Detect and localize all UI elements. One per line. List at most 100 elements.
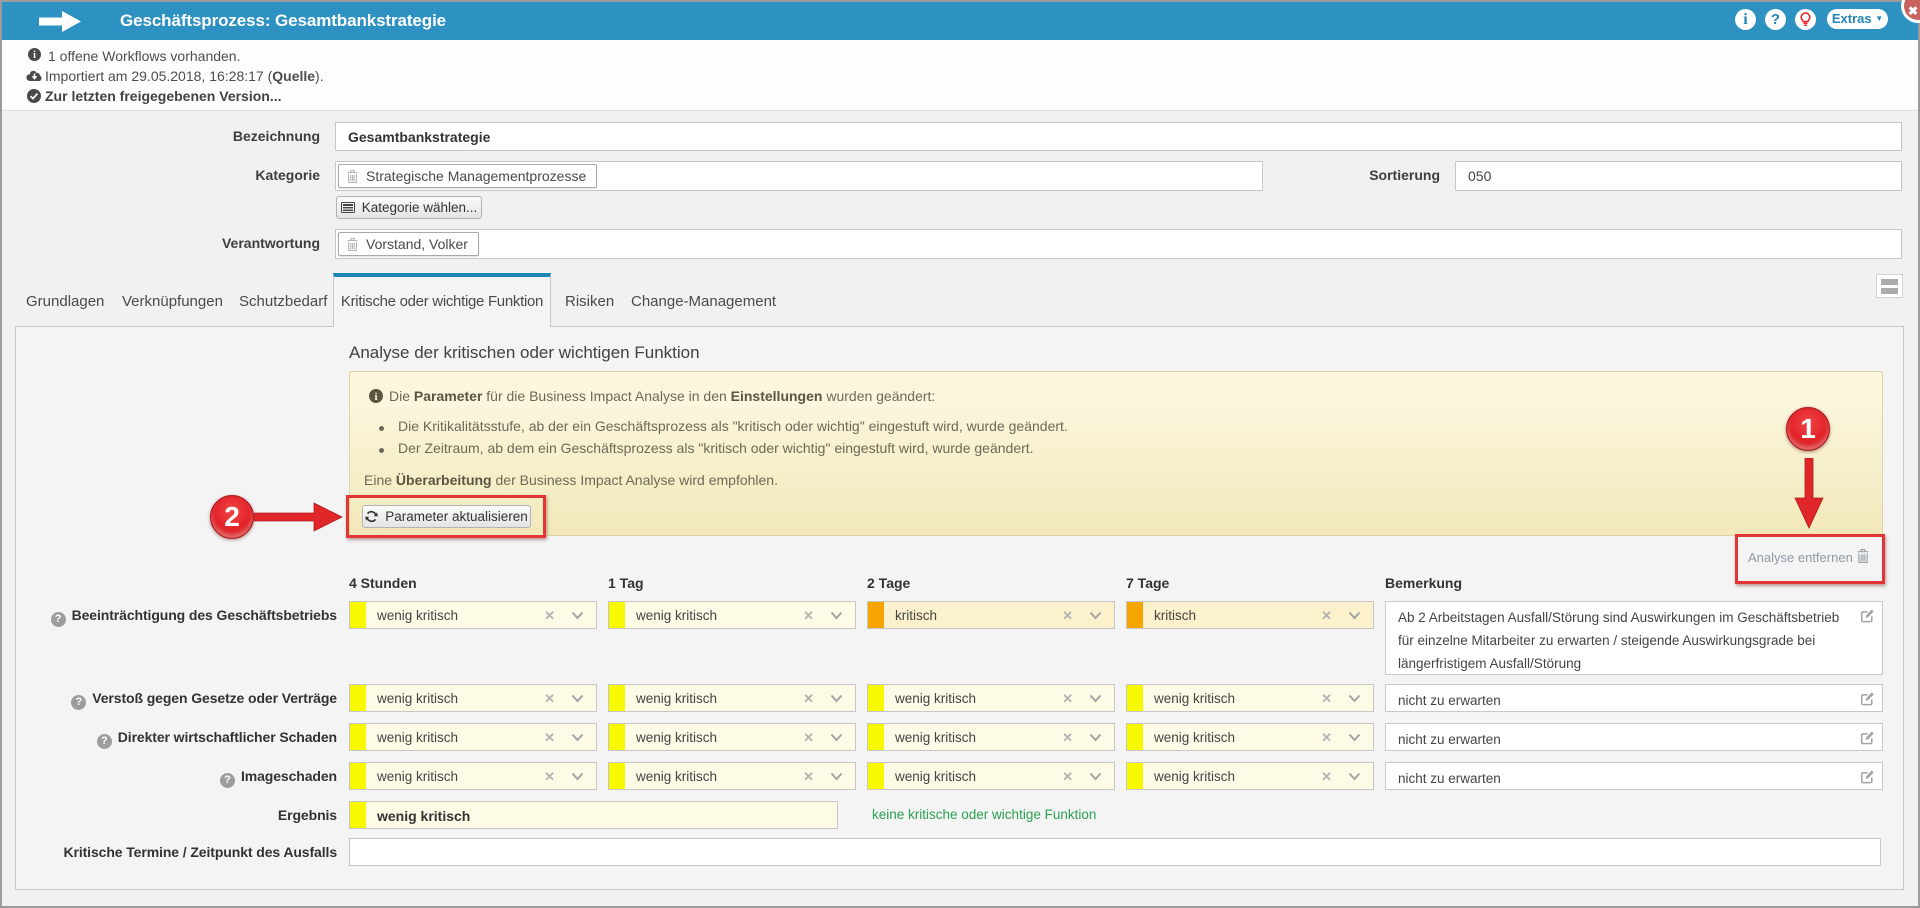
kritikalitaet-select[interactable]: wenig kritisch✕ <box>867 723 1115 751</box>
workflow-status-text[interactable]: 1 offene Workflows vorhanden. <box>48 48 241 68</box>
last-version-link[interactable]: Zur letzten freigegebenen Version... <box>45 88 282 108</box>
kritikalitaet-select[interactable]: kritisch✕ <box>1126 601 1374 629</box>
chevron-down-icon[interactable] <box>571 733 584 742</box>
edit-icon[interactable] <box>1860 769 1875 784</box>
clear-icon[interactable]: ✕ <box>803 769 814 785</box>
extras-dropdown[interactable]: Extras ▼ <box>1827 9 1888 29</box>
tab-schutzbedarf[interactable]: Schutzbedarf <box>239 293 327 315</box>
tab-grundlagen[interactable]: Grundlagen <box>26 293 104 315</box>
clear-icon[interactable]: ✕ <box>1321 769 1332 785</box>
kategorie-chip[interactable]: Strategische Managementprozesse <box>338 164 597 188</box>
kritische-termine-input[interactable] <box>349 838 1881 866</box>
edit-icon[interactable] <box>1860 730 1875 745</box>
bemerkung-field[interactable]: Ab 2 Arbeitstagen Ausfall/Störung sind A… <box>1385 601 1883 675</box>
info-button[interactable]: i <box>1735 9 1756 30</box>
verantwortung-field[interactable] <box>335 229 1902 259</box>
kritikalitaet-select[interactable]: wenig kritisch✕ <box>1126 684 1374 712</box>
verantwortung-chip-label: Vorstand, Volker <box>366 236 468 252</box>
chevron-down-icon[interactable] <box>830 772 843 781</box>
kritikalitaet-select[interactable]: wenig kritisch✕ <box>867 762 1115 790</box>
clear-icon[interactable]: ✕ <box>1062 769 1073 785</box>
hint-bulb-button[interactable] <box>1795 9 1816 30</box>
kritikalitaet-select[interactable]: wenig kritisch✕ <box>349 601 597 629</box>
clear-icon[interactable]: ✕ <box>803 691 814 707</box>
chevron-down-icon[interactable] <box>1348 611 1361 620</box>
verantwortung-label: Verantwortung <box>137 235 320 251</box>
process-arrow-icon <box>39 11 81 37</box>
bemerkung-field[interactable]: nicht zu erwarten <box>1385 723 1883 751</box>
verantwortung-chip[interactable]: Vorstand, Volker <box>338 232 479 256</box>
layout-toggle-button[interactable] <box>1876 274 1903 298</box>
tab-verknuepfungen[interactable]: Verknüpfungen <box>122 293 223 315</box>
chevron-down-icon[interactable] <box>1348 694 1361 703</box>
clear-icon[interactable]: ✕ <box>544 769 555 785</box>
alert-bullet-1: Die Kritikalitätsstufe, ab der ein Gesch… <box>398 418 1068 434</box>
bemerkung-field[interactable]: nicht zu erwarten <box>1385 684 1883 712</box>
kritikalitaet-select[interactable]: wenig kritisch✕ <box>349 762 597 790</box>
kritikalitaet-select[interactable]: wenig kritisch✕ <box>608 684 856 712</box>
kritikalitaet-select[interactable]: wenig kritisch✕ <box>608 601 856 629</box>
kategorie-waehlen-button[interactable]: Kategorie wählen... <box>336 196 482 219</box>
svg-text:i: i <box>33 50 36 61</box>
chevron-down-icon[interactable] <box>1089 694 1102 703</box>
level-color-swatch <box>868 602 884 628</box>
clear-icon[interactable]: ✕ <box>1321 691 1332 707</box>
kritikalitaet-select[interactable]: wenig kritisch✕ <box>349 684 597 712</box>
clear-icon[interactable]: ✕ <box>544 691 555 707</box>
kritikalitaet-select[interactable]: wenig kritisch✕ <box>608 723 856 751</box>
chevron-down-icon[interactable] <box>571 772 584 781</box>
chevron-down-icon[interactable] <box>830 733 843 742</box>
trash-icon[interactable] <box>347 170 358 183</box>
chevron-down-icon[interactable] <box>1089 733 1102 742</box>
alert-text-bold: Überarbeitung <box>396 472 492 488</box>
close-button[interactable]: ✖ <box>1904 0 1920 20</box>
trash-icon[interactable] <box>1857 549 1869 563</box>
help-button[interactable]: ? <box>1765 9 1786 30</box>
help-circle-icon[interactable]: ? <box>97 734 112 749</box>
kritikalitaet-select[interactable]: kritisch✕ <box>867 601 1115 629</box>
kritikalitaet-select[interactable]: wenig kritisch✕ <box>1126 762 1374 790</box>
chevron-down-icon[interactable] <box>1348 772 1361 781</box>
chevron-down-icon[interactable] <box>571 694 584 703</box>
kritikalitaet-select[interactable]: wenig kritisch✕ <box>867 684 1115 712</box>
edit-icon[interactable] <box>1860 608 1875 623</box>
chevron-down-icon[interactable] <box>571 611 584 620</box>
clear-icon[interactable]: ✕ <box>1062 608 1073 624</box>
tab-risiken[interactable]: Risiken <box>565 293 614 315</box>
tab-change-management[interactable]: Change-Management <box>631 293 776 315</box>
chevron-down-icon[interactable] <box>830 611 843 620</box>
chevron-down-icon[interactable] <box>1089 611 1102 620</box>
clear-icon[interactable]: ✕ <box>1062 691 1073 707</box>
bemerkung-field[interactable]: nicht zu erwarten <box>1385 762 1883 790</box>
import-source-link[interactable]: Quelle <box>272 68 315 84</box>
clear-icon[interactable]: ✕ <box>803 608 814 624</box>
annotation-box-step2 <box>346 495 546 538</box>
kritikalitaet-select[interactable]: wenig kritisch✕ <box>608 762 856 790</box>
import-status-text[interactable]: Importiert am 29.05.2018, 16:28:17 (Quel… <box>45 68 324 88</box>
row-label-text: Direkter wirtschaftlicher Schaden <box>118 729 337 745</box>
help-circle-icon[interactable]: ? <box>71 695 86 710</box>
sortierung-label: Sortierung <box>1257 167 1440 183</box>
clear-icon[interactable]: ✕ <box>803 730 814 746</box>
clear-icon[interactable]: ✕ <box>1321 608 1332 624</box>
chevron-down-icon[interactable] <box>830 694 843 703</box>
check-circle-icon <box>27 89 41 108</box>
help-circle-icon[interactable]: ? <box>51 612 66 627</box>
tab-kritische-funktion[interactable]: Kritische oder wichtige Funktion <box>333 273 551 327</box>
row-label: ?Verstoß gegen Gesetze oder Verträge <box>0 690 337 710</box>
clear-icon[interactable]: ✕ <box>1321 730 1332 746</box>
trash-icon[interactable] <box>347 238 358 251</box>
help-circle-icon[interactable]: ? <box>220 773 235 788</box>
chevron-down-icon[interactable] <box>1348 733 1361 742</box>
chevron-down-icon[interactable] <box>1089 772 1102 781</box>
clear-icon[interactable]: ✕ <box>544 730 555 746</box>
sortierung-input[interactable]: 050 <box>1455 161 1902 191</box>
analyse-entfernen-link[interactable]: Analyse entfernen <box>1748 550 1853 565</box>
kritikalitaet-select[interactable]: wenig kritisch✕ <box>349 723 597 751</box>
clear-icon[interactable]: ✕ <box>1062 730 1073 746</box>
clear-icon[interactable]: ✕ <box>544 608 555 624</box>
edit-icon[interactable] <box>1860 691 1875 706</box>
bezeichnung-input[interactable]: Gesamtbankstrategie <box>335 122 1902 151</box>
kritikalitaet-select[interactable]: wenig kritisch✕ <box>1126 723 1374 751</box>
level-color-swatch <box>350 763 366 789</box>
